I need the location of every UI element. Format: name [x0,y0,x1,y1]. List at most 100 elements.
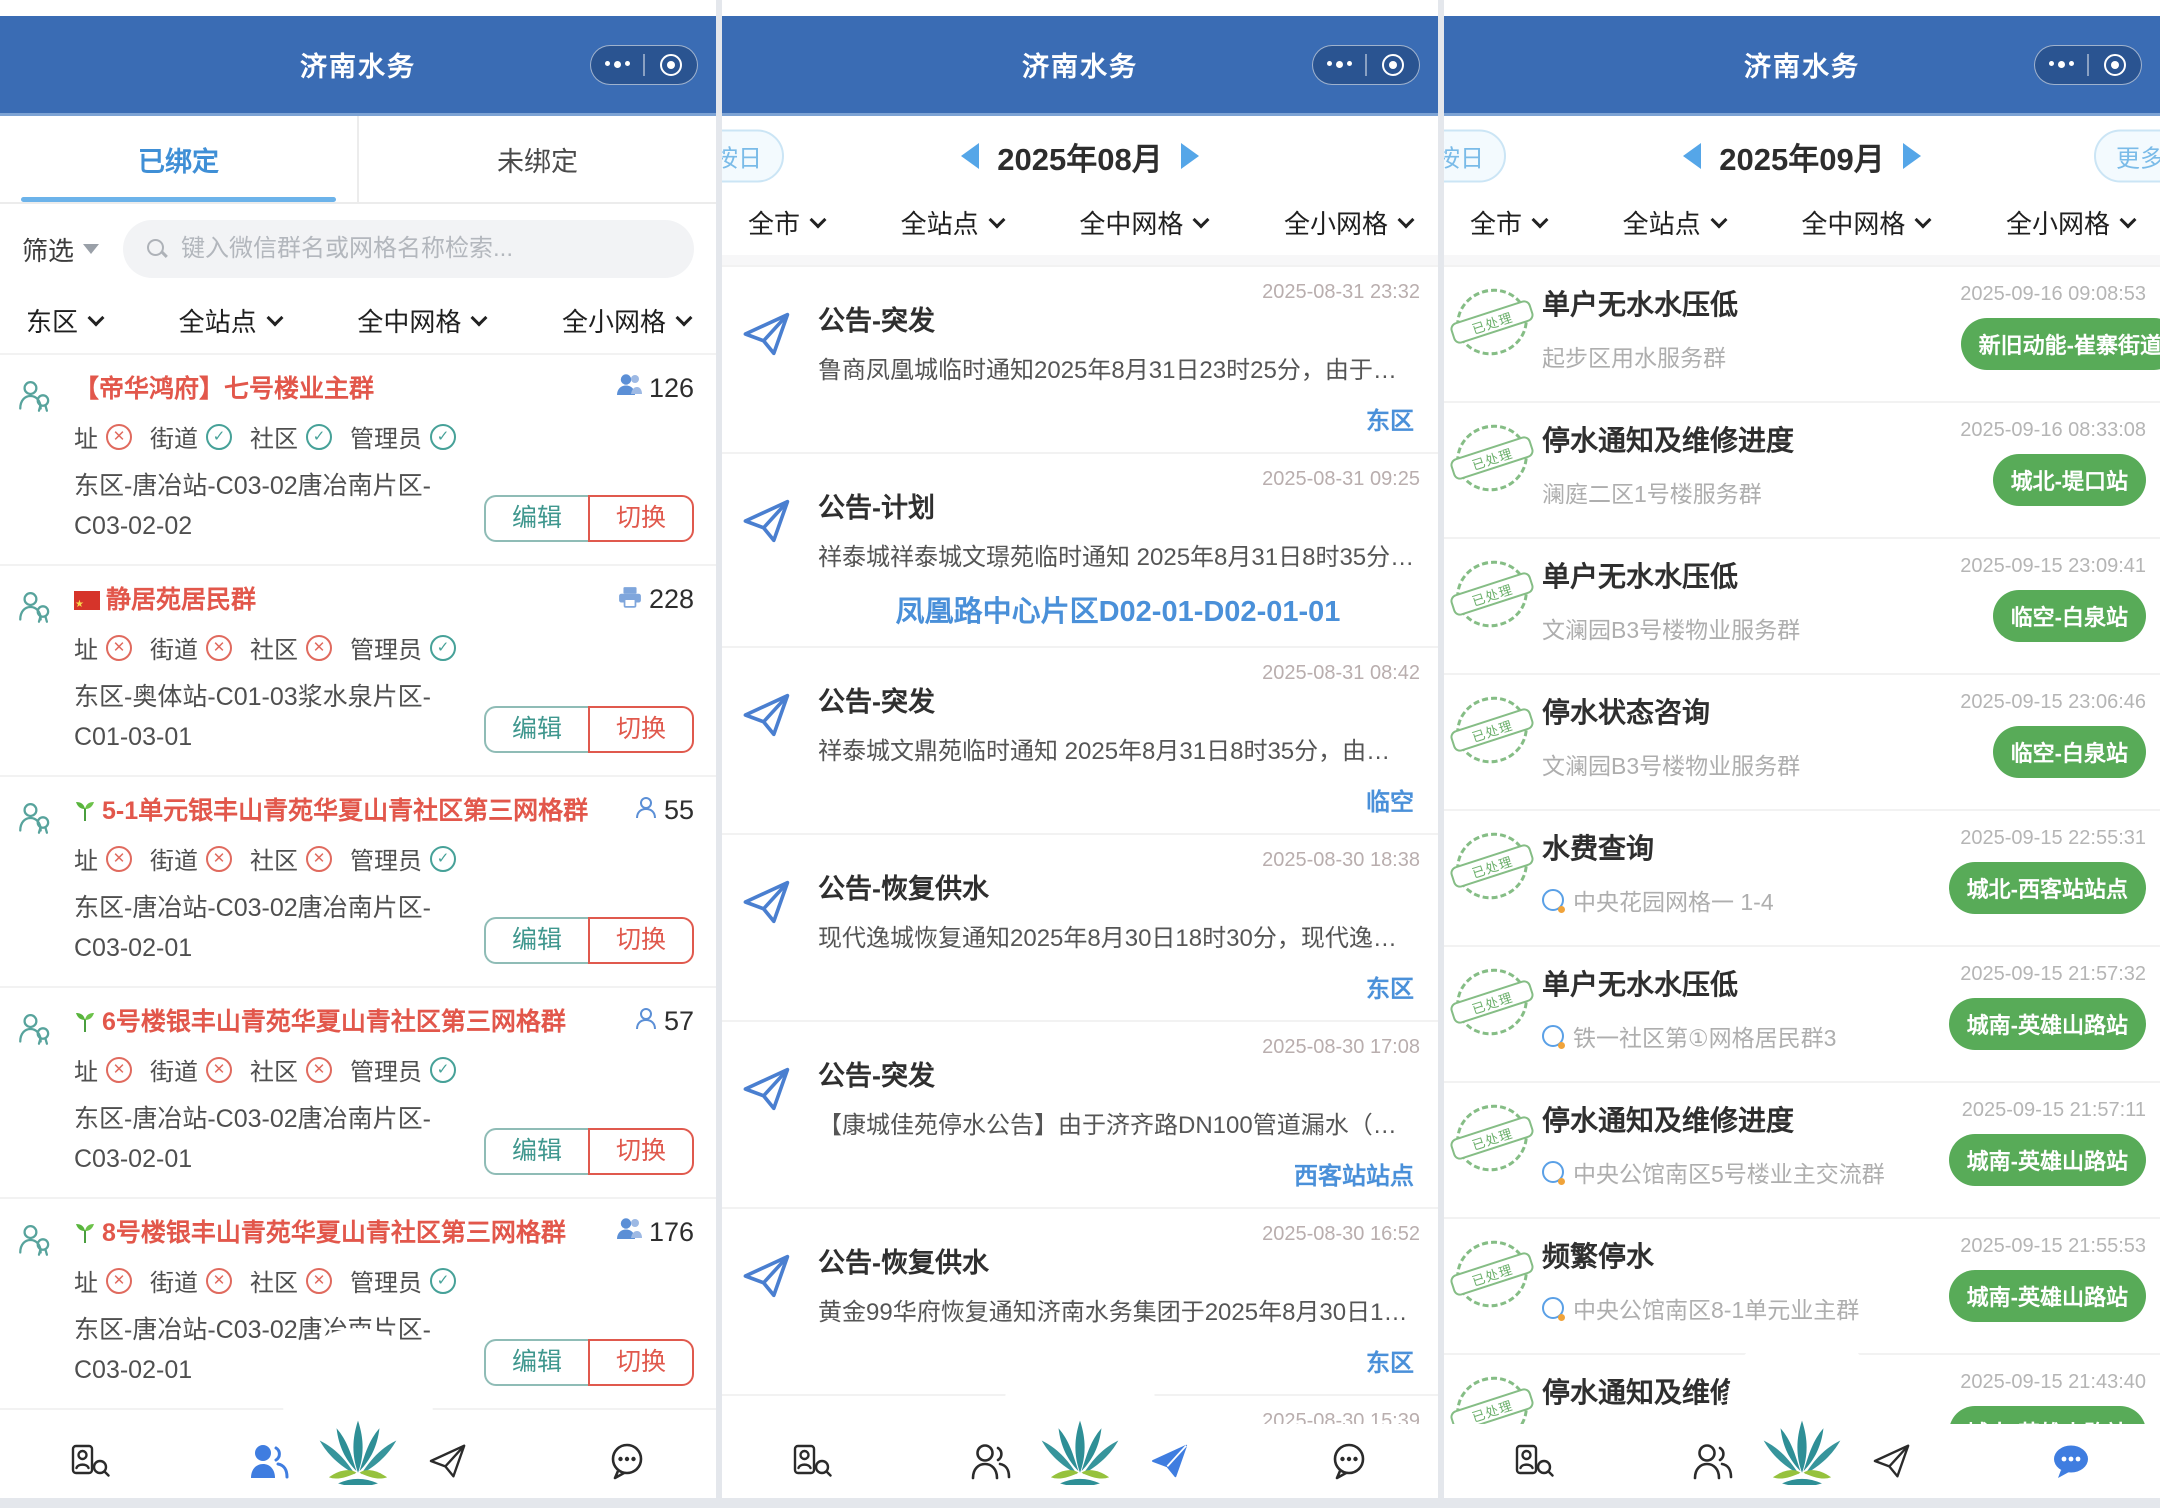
tab-announcements[interactable] [1138,1443,1202,1479]
dropdown-mid-grid[interactable]: 全中网格 [357,302,485,339]
badge-label: 管理员 [350,841,422,876]
dropdown-city[interactable]: 全市 [1470,204,1546,241]
tab-scan[interactable] [58,1442,122,1480]
more-menu-button[interactable] [591,46,643,84]
dropdown-small-grid[interactable]: 全小网格 [1284,204,1412,241]
request-group: 文澜园B3号楼物业服务群 [1542,611,1960,645]
tab-announcements[interactable] [416,1443,480,1479]
request-list-item[interactable]: 已处理 水费查询 中央花园网格一 1-4 2025-09-15 22:55:31… [1444,809,2160,945]
tab-contacts[interactable] [237,1442,301,1480]
request-title: 停水通知及维修进度 [1542,419,1960,459]
request-main: 水费查询 中央花园网格一 1-4 [1542,827,1949,927]
tab-service[interactable] [595,1442,659,1480]
chat-group-icon [1542,889,1564,911]
group-title-text: 8号楼银丰山青苑华夏山青社区第三网格群 [102,1217,566,1249]
tab-announcements[interactable] [1860,1443,1924,1479]
switch-button[interactable]: 切换 [588,1128,694,1175]
group-list-item[interactable]: 静居苑居民群 228 址✕街道✕社区✕管理员✓ 东区-奥体站-C01-03浆水泉… [0,564,716,775]
tab-service[interactable] [2039,1442,2103,1480]
close-minimize-button[interactable] [2089,46,2141,84]
dropdown-city[interactable]: 全市 [748,204,824,241]
switch-button[interactable]: 切换 [588,706,694,753]
edit-button[interactable]: 编辑 [484,917,588,964]
next-month-arrow[interactable] [1903,143,1921,169]
close-minimize-button[interactable] [645,46,697,84]
processed-stamp-icon: 已处理 [1448,279,1537,364]
announcement-area-tag[interactable]: 临空 [818,782,1418,817]
group-list-item[interactable]: 6号楼银丰山青苑华夏山青社区第三网格群 57 址✕街道✕社区✕管理员✓ 东区-唐… [0,986,716,1197]
edit-button[interactable]: 编辑 [484,495,588,542]
edit-button[interactable]: 编辑 [484,706,588,753]
dropdown-district[interactable]: 东区 [26,302,102,339]
announcement-item[interactable]: 2025-08-30 18:38 公告-恢复供水 现代逸城恢复通知2025年8月… [722,833,1438,1020]
request-list-item[interactable]: 已处理 单户无水水压低 文澜园B3号楼物业服务群 2025-09-15 23:0… [1444,537,2160,673]
announcement-time: 2025-08-30 16:52 [1262,1223,1420,1246]
tab-unbound[interactable]: 未绑定 [357,116,716,202]
grid-path: 东区-唐冶站-C03-02唐冶南片区-C03-02-01 [74,888,434,968]
badge-missing: 址✕ [74,1263,132,1298]
more-chip[interactable]: 更多 [2094,130,2160,183]
request-list-item[interactable]: 已处理 停水通知及维修进度 中央公馆南区5号楼业主交流群 2025-09-15 … [1444,1081,2160,1217]
announcement-item[interactable]: 2025-08-30 17:08 公告-突发 【康城佳苑停水公告】由于济齐路DN… [722,1020,1438,1207]
tab-home-logo[interactable] [1034,1419,1126,1490]
group-list-item[interactable]: 【帝华鸿府】七号楼业主群 126 址✕街道✓社区✓管理员✓ 东区-唐冶站-C03… [0,353,716,564]
announcement-area-tag[interactable]: 东区 [818,969,1418,1004]
request-list-item[interactable]: 已处理 停水状态咨询 文澜园B3号楼物业服务群 2025-09-15 23:06… [1444,673,2160,809]
tab-service[interactable] [1317,1442,1381,1480]
edit-button[interactable]: 编辑 [484,1128,588,1175]
grid-path: 东区-唐冶站-C03-02唐冶南片区-C03-02-01 [74,1099,434,1179]
section-divider [722,255,1438,265]
announcement-area-tag[interactable]: 东区 [818,401,1418,436]
dropdown-mid-grid[interactable]: 全中网格 [1079,204,1207,241]
request-list-item[interactable]: 已处理 单户无水水压低 起步区用水服务群 2025-09-16 09:08:53… [1444,265,2160,401]
more-menu-button[interactable] [2035,46,2087,84]
request-list-item[interactable]: 已处理 单户无水水压低 铁一社区第①网格居民群3 2025-09-15 21:5… [1444,945,2160,1081]
dropdown-small-grid[interactable]: 全小网格 [2006,204,2134,241]
tab-contacts[interactable] [1681,1442,1745,1480]
group-title-text: 【帝华鸿府】七号楼业主群 [74,373,374,405]
tab-home-logo[interactable] [312,1419,404,1490]
member-count: 228 [618,584,694,615]
edit-button[interactable]: 编辑 [484,1339,588,1386]
dropdown-station[interactable]: 全站点 [901,204,1003,241]
tab-contacts[interactable] [959,1442,1023,1480]
check-icon: ✓ [430,846,456,872]
tab-bound[interactable]: 已绑定 [0,116,357,202]
tab-home-logo[interactable] [1756,1419,1848,1490]
switch-button[interactable]: 切换 [588,1339,694,1386]
search-input[interactable] [181,235,672,263]
filter-button[interactable]: 筛选 [22,231,99,268]
members-icon [616,373,642,404]
dropdown-station[interactable]: 全站点 [179,302,281,339]
switch-button[interactable]: 切换 [588,495,694,542]
next-month-arrow[interactable] [1181,143,1199,169]
request-time: 2025-09-16 09:08:53 [1960,283,2146,306]
group-list-item[interactable]: 5-1单元银丰山青苑华夏山青社区第三网格群 55 址✕街道✕社区✕管理员✓ 东区… [0,775,716,986]
dropdown-small-grid[interactable]: 全小网格 [562,302,690,339]
tab-scan[interactable] [1502,1442,1566,1480]
announcement-area-tag[interactable]: 西客站站点 [818,1156,1418,1191]
dropdown-station[interactable]: 全站点 [1623,204,1725,241]
dropdown-mid-grid[interactable]: 全中网格 [1801,204,1929,241]
request-main: 停水状态咨询 文澜园B3号楼物业服务群 [1542,691,1960,791]
prev-month-arrow[interactable] [1683,143,1701,169]
request-list-item[interactable]: 已处理 停水通知及维修进度 澜庭二区1号楼服务群 2025-09-16 08:3… [1444,401,2160,537]
request-main: 停水通知及维修进度 澜庭二区1号楼服务群 [1542,419,1960,519]
tab-scan[interactable] [780,1442,844,1480]
announcement-item[interactable]: 2025-08-31 08:42 公告-突发 祥泰城文鼎苑临时通知 2025年8… [722,646,1438,833]
cross-icon: ✕ [106,846,132,872]
close-minimize-button[interactable] [1367,46,1419,84]
cross-icon: ✕ [106,1057,132,1083]
announcement-item[interactable]: 2025-08-31 23:32 公告-突发 鲁商凤凰城临时通知2025年8月3… [722,265,1438,452]
by-day-chip[interactable]: 按日 [722,130,784,183]
by-day-chip[interactable]: 按日 [1444,130,1506,183]
prev-month-arrow[interactable] [961,143,979,169]
badge-label: 街道 [150,841,198,876]
announcement-area-tag[interactable]: 凤凰路中心片区D02-01-D02-01-01 [818,588,1418,630]
request-title: 单户无水水压低 [1542,963,1949,1003]
switch-button[interactable]: 切换 [588,917,694,964]
more-menu-button[interactable] [1313,46,1365,84]
announcement-item[interactable]: 2025-08-31 09:25 公告-计划 祥泰城祥泰城文璟苑临时通知 202… [722,452,1438,646]
search-box[interactable] [123,220,694,278]
region-filters: 东区 全站点 全中网格 全小网格 [0,294,716,353]
